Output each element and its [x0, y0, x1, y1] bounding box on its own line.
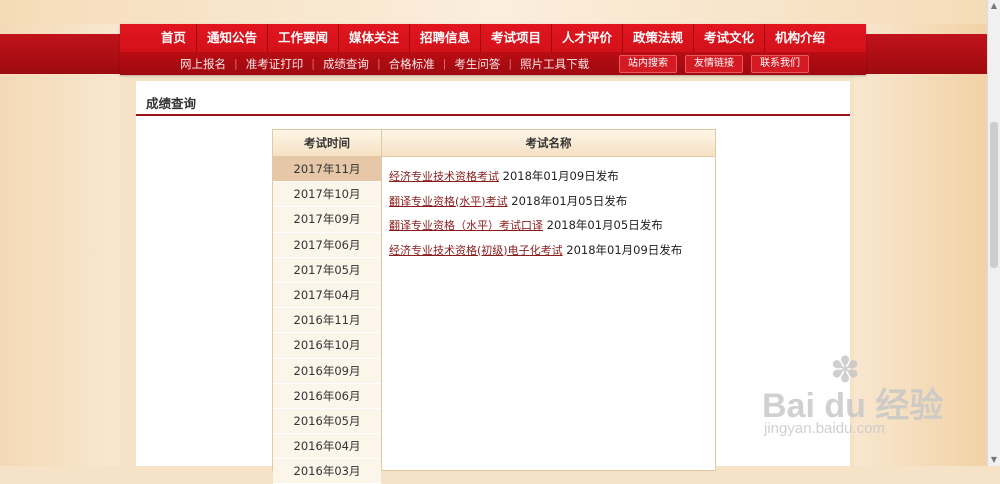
contact-us-button[interactable]: 联系我们: [751, 55, 809, 73]
page-title: 成绩查询: [146, 96, 197, 111]
exam-publish-date: 2018年01月05日发布: [546, 218, 663, 232]
main-nav: 首页 通知公告 工作要闻 媒体关注 招聘信息 考试项目 人才评价 政策法规 考试…: [120, 24, 866, 52]
date-item-2016-06[interactable]: 2016年06月: [273, 383, 381, 409]
exam-row: 翻译专业资格(水平)考试 2018年01月05日发布: [389, 192, 709, 217]
sub-nav: 网上报名 | 准考证打印 | 成绩查询 | 合格标准 | 考生问答 | 照片工具…: [120, 52, 866, 75]
page-scrollbar[interactable]: ▲ ▼: [987, 0, 1000, 466]
date-item-2016-04[interactable]: 2016年04月: [273, 434, 381, 460]
nav-item-talent-eval[interactable]: 人才评价: [552, 24, 624, 52]
exam-publish-date: 2018年01月09日发布: [566, 242, 683, 257]
sub-nav-online-registration[interactable]: 网上报名: [172, 56, 234, 72]
exam-row: 翻译专业资格（水平）考试口译 2018年01月05日发布: [389, 216, 709, 241]
title-divider: [136, 114, 850, 116]
sub-nav-faq[interactable]: 考生问答: [446, 56, 508, 72]
exam-link[interactable]: 翻译专业资格（水平）考试口译: [389, 219, 543, 232]
content-area: 成绩查询 考试时间 考试名称 2017年11月 2017年10月 2017年09…: [136, 81, 850, 484]
exam-link[interactable]: 经济专业技术资格考试: [389, 170, 499, 183]
exam-result-list: 经济专业技术资格考试 2018年01月09日发布 翻译专业资格(水平)考试 20…: [389, 167, 709, 265]
scrollbar-thumb[interactable]: [990, 122, 998, 268]
date-item-2016-09[interactable]: 2016年09月: [273, 358, 381, 384]
exam-link[interactable]: 经济专业技术资格(初级)电子化考试: [389, 244, 563, 257]
nav-item-news[interactable]: 工作要闻: [268, 24, 339, 52]
column-header-exam-name: 考试名称: [382, 130, 715, 157]
nav-item-about[interactable]: 机构介绍: [765, 24, 835, 52]
date-item-2016-03[interactable]: 2016年03月: [273, 459, 381, 484]
date-item-2016-10[interactable]: 2016年10月: [273, 333, 381, 359]
exam-date-list: 2017年11月 2017年10月 2017年09月 2017年06月 2017…: [273, 157, 382, 484]
friend-links-button[interactable]: 友情链接: [685, 55, 743, 73]
nav-item-policies[interactable]: 政策法规: [623, 24, 695, 52]
arrow-down-icon[interactable]: ▼: [988, 454, 1000, 466]
watermark-url: jingyan.baidu.com: [764, 420, 885, 437]
arrow-up-icon[interactable]: ▲: [988, 0, 1000, 12]
date-item-2016-11[interactable]: 2016年11月: [273, 308, 381, 334]
nav-item-notices[interactable]: 通知公告: [197, 24, 268, 52]
sub-nav-pass-standard[interactable]: 合格标准: [381, 56, 443, 72]
date-item-2017-11[interactable]: 2017年11月: [273, 157, 381, 183]
nav-item-exam-culture[interactable]: 考试文化: [694, 24, 766, 52]
score-query-panel: 考试时间 考试名称 2017年11月 2017年10月 2017年09月 201…: [272, 129, 716, 484]
exam-row: 经济专业技术资格考试 2018年01月09日发布: [389, 167, 709, 192]
sub-nav-buttons: 站内搜索 友情链接 联系我们: [619, 55, 809, 73]
exam-link[interactable]: 翻译专业资格(水平)考试: [389, 195, 508, 208]
sub-nav-links: 网上报名 | 准考证打印 | 成绩查询 | 合格标准 | 考生问答 | 照片工具…: [172, 52, 597, 75]
sub-nav-photo-tool[interactable]: 照片工具下载: [512, 56, 597, 72]
date-item-2017-04[interactable]: 2017年04月: [273, 282, 381, 309]
date-item-2017-09[interactable]: 2017年09月: [273, 207, 381, 233]
date-item-2016-05[interactable]: 2016年05月: [273, 408, 381, 435]
nav-item-media[interactable]: 媒体关注: [339, 24, 410, 52]
nav-item-exam-projects[interactable]: 考试项目: [481, 24, 553, 52]
sub-nav-admission-ticket[interactable]: 准考证打印: [238, 56, 312, 72]
date-item-2017-06[interactable]: 2017年06月: [273, 232, 381, 258]
top-decoration: [0, 0, 988, 24]
column-header-exam-time: 考试时间: [273, 130, 382, 157]
site-search-button[interactable]: 站内搜索: [619, 55, 677, 73]
site-header: 首页 通知公告 工作要闻 媒体关注 招聘信息 考试项目 人才评价 政策法规 考试…: [120, 24, 866, 75]
nav-item-recruitment[interactable]: 招聘信息: [410, 24, 481, 52]
exam-publish-date: 2018年01月09日发布: [502, 169, 619, 183]
nav-item-home[interactable]: 首页: [151, 24, 197, 52]
date-item-2017-10[interactable]: 2017年10月: [273, 182, 381, 208]
sub-nav-score-query[interactable]: 成绩查询: [315, 56, 377, 72]
date-item-2017-05[interactable]: 2017年05月: [273, 257, 381, 283]
exam-row: 经济专业技术资格(初级)电子化考试 2018年01月09日发布: [389, 241, 709, 266]
exam-publish-date: 2018年01月05日发布: [511, 193, 628, 208]
